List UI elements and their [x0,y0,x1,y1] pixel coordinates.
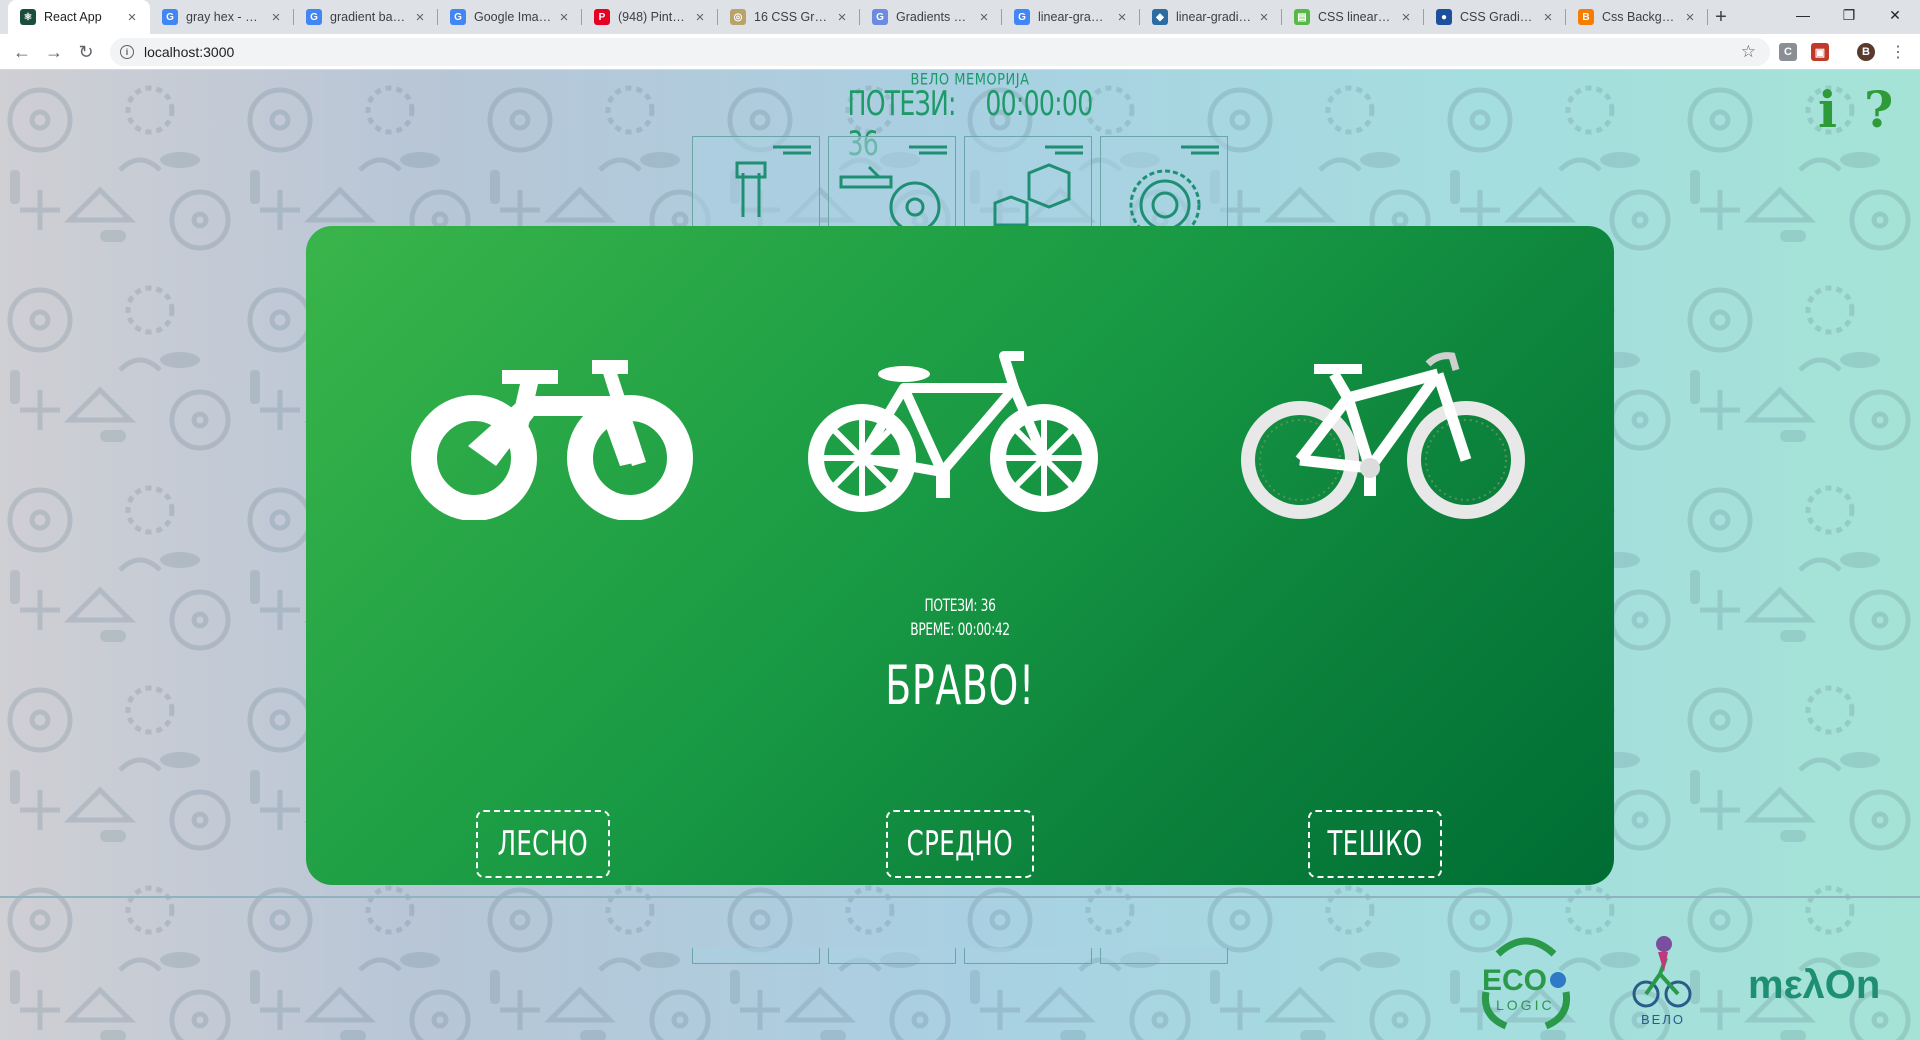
close-window-button[interactable]: ✕ [1872,0,1918,30]
level-hard-button[interactable]: ТЕШКО [1308,810,1442,878]
level-easy-button[interactable]: ЛЕСНО [476,810,610,878]
tab-close-icon[interactable]: × [976,9,992,26]
ecologic-top-text: ECO [1482,964,1547,997]
google-favicon: G [1014,9,1030,25]
velo-logo: ВЕЛО [1632,936,1692,1027]
melon-logo-text: mελOn [1748,963,1880,1007]
restore-button[interactable]: ❐ [1826,0,1872,30]
divider [0,896,1920,898]
browser-tab[interactable]: ◎ 16 CSS Gradie × [718,0,860,34]
tab-close-icon[interactable]: × [692,9,708,26]
browser-tab[interactable]: ▤ CSS linear-gra × [1282,0,1424,34]
tab-close-icon[interactable]: × [1114,9,1130,26]
browser-tab-title: gray hex - Goo [186,10,264,24]
success-message: БРАВО! [885,654,1035,717]
memory-card[interactable] [828,948,956,964]
google-favicon: G [450,9,466,25]
webpage-favicon: ▤ [1294,9,1310,25]
bookmark-star-icon[interactable]: ☆ [1741,42,1756,62]
result-stats: ПОТЕЗИ: 36 ВРЕМЕ: 00:00:42 [306,594,1614,642]
memory-card[interactable] [1100,948,1228,964]
memory-card[interactable] [964,948,1092,964]
browser-tab[interactable]: G Gradients — C × [860,0,1002,34]
level-hard-label: ТЕШКО [1327,824,1423,864]
address-bar[interactable]: i localhost:3000 ☆ [110,38,1770,66]
webpage-favicon: ◆ [1152,9,1168,25]
minimize-button[interactable]: — [1780,0,1826,30]
extension-red-icon[interactable]: ▣ [1811,43,1829,61]
browser-tab-title: Gradients — C [896,10,972,24]
ecologic-logo: ECO LOGIC [1481,937,1571,1030]
tab-close-icon[interactable]: × [1398,9,1414,26]
blogger-favicon: B [1578,9,1594,25]
level-medium-button[interactable]: СРЕДНО [886,810,1034,878]
webpage-favicon: ◎ [730,9,746,25]
game-viewport: ВЕЛО МЕМОРИЈА ПОТЕЗИ: 36 00:00:00 i ? [0,70,1920,1040]
city-bike-icon [808,351,1098,512]
kids-bike-icon [411,360,693,520]
result-time: ВРЕМЕ: 00:00:42 [910,620,1010,640]
browser-tab-title: CSS linear-gra [1318,10,1394,24]
browser-tab-title: CSS Gradient [1460,10,1536,24]
browser-tab-title: gradient backg [330,10,408,24]
google-favicon: G [162,9,178,25]
browser-tab-title: linear-gradien [1038,10,1110,24]
help-icon[interactable]: ? [1864,80,1893,139]
timer: 00:00:00 [985,84,1093,124]
browser-tab[interactable]: Ggradient backg × [294,0,438,34]
tab-close-icon[interactable]: × [1540,9,1556,26]
profile-avatar[interactable]: B [1857,43,1875,61]
tab-close-icon[interactable]: × [124,9,140,26]
browser-tab[interactable]: ⚛ React App × [8,0,150,34]
kebab-menu-icon[interactable]: ⋮ [1884,38,1912,66]
url-text: localhost:3000 [144,44,235,60]
ecologic-bottom-text: LOGIC [1496,997,1555,1013]
tab-close-icon[interactable]: × [1682,9,1698,26]
webpage-favicon: ● [1436,9,1452,25]
level-complete-modal: ПОТЕЗИ: 36 ВРЕМЕ: 00:00:42 БРАВО! ЛЕСНО … [306,226,1614,885]
tab-close-icon[interactable]: × [268,9,284,26]
tab-close-icon[interactable]: × [412,9,428,26]
pinterest-favicon: P [594,9,610,25]
new-tab-button[interactable]: + [1708,4,1734,30]
browser-tab-title: Google Images [474,10,552,24]
velo-logo-text: ВЕЛО [1641,1012,1685,1027]
site-info-icon[interactable]: i [120,45,134,59]
score-bar: ПОТЕЗИ: 36 00:00:00 [848,84,1094,164]
webpage-favicon: G [872,9,888,25]
moves-counter: ПОТЕЗИ: 36 [847,84,957,164]
info-icon[interactable]: i [1818,80,1837,139]
memory-card[interactable] [692,948,820,964]
browser-tab[interactable]: B Css Backgroun × [1566,0,1708,34]
browser-tab-title: 16 CSS Gradie [754,10,830,24]
browser-tab[interactable]: ● CSS Gradient × [1424,0,1566,34]
reload-icon[interactable]: ↻ [72,38,100,66]
tab-close-icon[interactable]: × [1256,9,1272,26]
browser-tab-title: Css Backgroun [1602,10,1678,24]
back-arrow-icon[interactable]: ← [8,38,36,66]
tab-close-icon[interactable]: × [834,9,850,26]
browser-toolbar: ← → ↻ i localhost:3000 ☆ C ▣ B ⋮ [0,34,1920,70]
browser-tabstrip: ⚛ React App × Ggray hex - Goo × Ggradient bac… [0,0,1920,34]
browser-tab[interactable]: Ggray hex - Goo × [150,0,294,34]
result-moves: ПОТЕЗИ: 36 [924,596,996,616]
google-favicon: G [306,9,322,25]
browser-tab[interactable]: ◆ linear-gradien × [1140,0,1282,34]
level-medium-label: СРЕДНО [906,824,1014,864]
level-easy-label: ЛЕСНО [497,824,589,864]
extension-c-icon[interactable]: C [1779,43,1797,61]
tab-close-icon[interactable]: × [556,9,572,26]
browser-tab[interactable]: P (948) Pinterest × [582,0,718,34]
mountain-bike-icon [1241,352,1525,519]
browser-tab-title: React App [44,10,102,24]
browser-tab-title: linear-gradien [1176,10,1252,24]
react-favicon: ⚛ [20,9,36,25]
browser-tab-title: (948) Pinterest [618,10,688,24]
browser-tab[interactable]: Glinear-gradien × [1002,0,1140,34]
browser-tab[interactable]: G Google Images × [438,0,582,34]
forward-arrow-icon[interactable]: → [40,38,68,66]
melon-logo: mελOn [1748,963,1880,1007]
